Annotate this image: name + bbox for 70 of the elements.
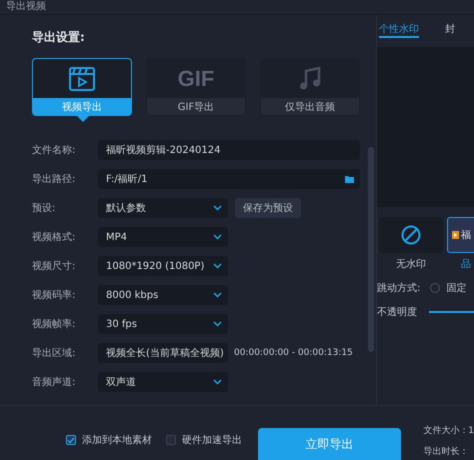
export-mode-label: GIF导出 xyxy=(147,98,245,115)
path-field[interactable]: F:/福昕/1 xyxy=(98,169,360,189)
field-label: 视频尺寸: xyxy=(32,260,76,273)
radio-button[interactable] xyxy=(430,283,440,293)
play-logo-icon xyxy=(452,231,459,239)
export-mode-tab[interactable]: GIF GIF导出 xyxy=(146,58,246,116)
dropdown[interactable]: 30 fps xyxy=(98,314,228,334)
window-title: 导出视频 xyxy=(6,2,46,12)
dropdown[interactable]: 双声道 xyxy=(98,372,228,392)
opacity-label: 不透明度 xyxy=(377,306,417,319)
field-value: 8000 kbps xyxy=(106,290,158,300)
option-text: 硬件加速导出 xyxy=(182,434,242,447)
scrollbar[interactable] xyxy=(368,147,374,352)
motion-label: 跳动方式: xyxy=(377,282,420,295)
dropdown[interactable]: MP4 xyxy=(98,227,228,247)
check-icon xyxy=(67,436,75,444)
field-value: 30 fps xyxy=(106,318,137,330)
watermark-option[interactable] xyxy=(379,217,443,253)
watermark-label: 品 xyxy=(460,258,471,271)
export-info: 导出时长： xyxy=(423,446,470,458)
music-note-icon xyxy=(299,66,321,90)
checkbox-label[interactable]: 添加到本地素材 xyxy=(66,433,152,447)
field-label: 预设: xyxy=(32,202,56,215)
gif-text: GIF xyxy=(178,66,214,92)
checkbox-label[interactable]: 硬件加速导出 xyxy=(166,433,242,447)
section-title: 导出设置: xyxy=(32,29,86,46)
field-value: 1080*1920 (1080P) xyxy=(106,260,204,272)
save-preset-button[interactable]: 保存为预设 xyxy=(235,198,301,218)
export-mode-tab[interactable]: 仅导出音频 xyxy=(260,58,360,116)
field-value: 视频全长(当前草稿全视频) xyxy=(106,346,224,360)
no-entry-icon xyxy=(401,225,421,245)
tab[interactable]: 封 xyxy=(445,21,455,38)
field-value: F:/福昕/1 xyxy=(106,172,148,186)
field-value: 双声道 xyxy=(106,376,136,389)
input-field[interactable]: 福昕视频剪辑-20240124 xyxy=(98,140,360,160)
field-label: 视频格式: xyxy=(32,230,76,244)
dropdown[interactable]: 默认参数 xyxy=(98,198,228,218)
checkbox[interactable] xyxy=(66,435,76,445)
dropdown[interactable]: 视频全长(当前草稿全视频) xyxy=(98,343,228,363)
dropdown[interactable]: 8000 kbps xyxy=(98,285,228,305)
time-range: 00:00:00:00 - 00:00:13:15 xyxy=(234,348,353,358)
field-label: 文件名称: xyxy=(32,144,76,157)
video-clapper-icon xyxy=(69,66,95,90)
chevron-down-icon xyxy=(213,263,222,269)
field-label: 导出区域: xyxy=(32,346,76,360)
field-label: 视频码率: xyxy=(32,288,76,302)
export-mode-label: 视频导出 xyxy=(33,98,131,115)
dropdown[interactable]: 1080*1920 (1080P) xyxy=(98,256,228,276)
export-mode-label: 仅导出音频 xyxy=(261,98,359,115)
radio-label: 固定 xyxy=(446,282,466,295)
field-label: 视频帧率: xyxy=(32,318,76,331)
export-info: 文件大小：1 xyxy=(423,424,474,437)
watermark-label: 无水印 xyxy=(396,258,426,271)
watermark-option[interactable]: 福 xyxy=(447,217,474,253)
pointer-icon xyxy=(77,116,89,122)
chevron-down-icon xyxy=(213,234,222,240)
folder-icon[interactable] xyxy=(345,176,354,182)
chevron-down-icon xyxy=(213,379,222,385)
field-label: 导出路径: xyxy=(32,172,76,186)
field-label: 音频声道: xyxy=(32,376,76,389)
watermark-text: 福 xyxy=(461,228,471,242)
tab[interactable]: 个性水印 xyxy=(379,21,419,38)
chevron-down-icon xyxy=(213,321,222,327)
field-value: 默认参数 xyxy=(106,202,146,215)
field-value: MP4 xyxy=(106,232,128,242)
field-value: 福昕视频剪辑-20240124 xyxy=(106,144,221,157)
checkbox[interactable] xyxy=(166,435,176,445)
option-text: 添加到本地素材 xyxy=(82,434,152,447)
chevron-down-icon xyxy=(213,292,222,298)
chevron-down-icon xyxy=(213,205,222,211)
